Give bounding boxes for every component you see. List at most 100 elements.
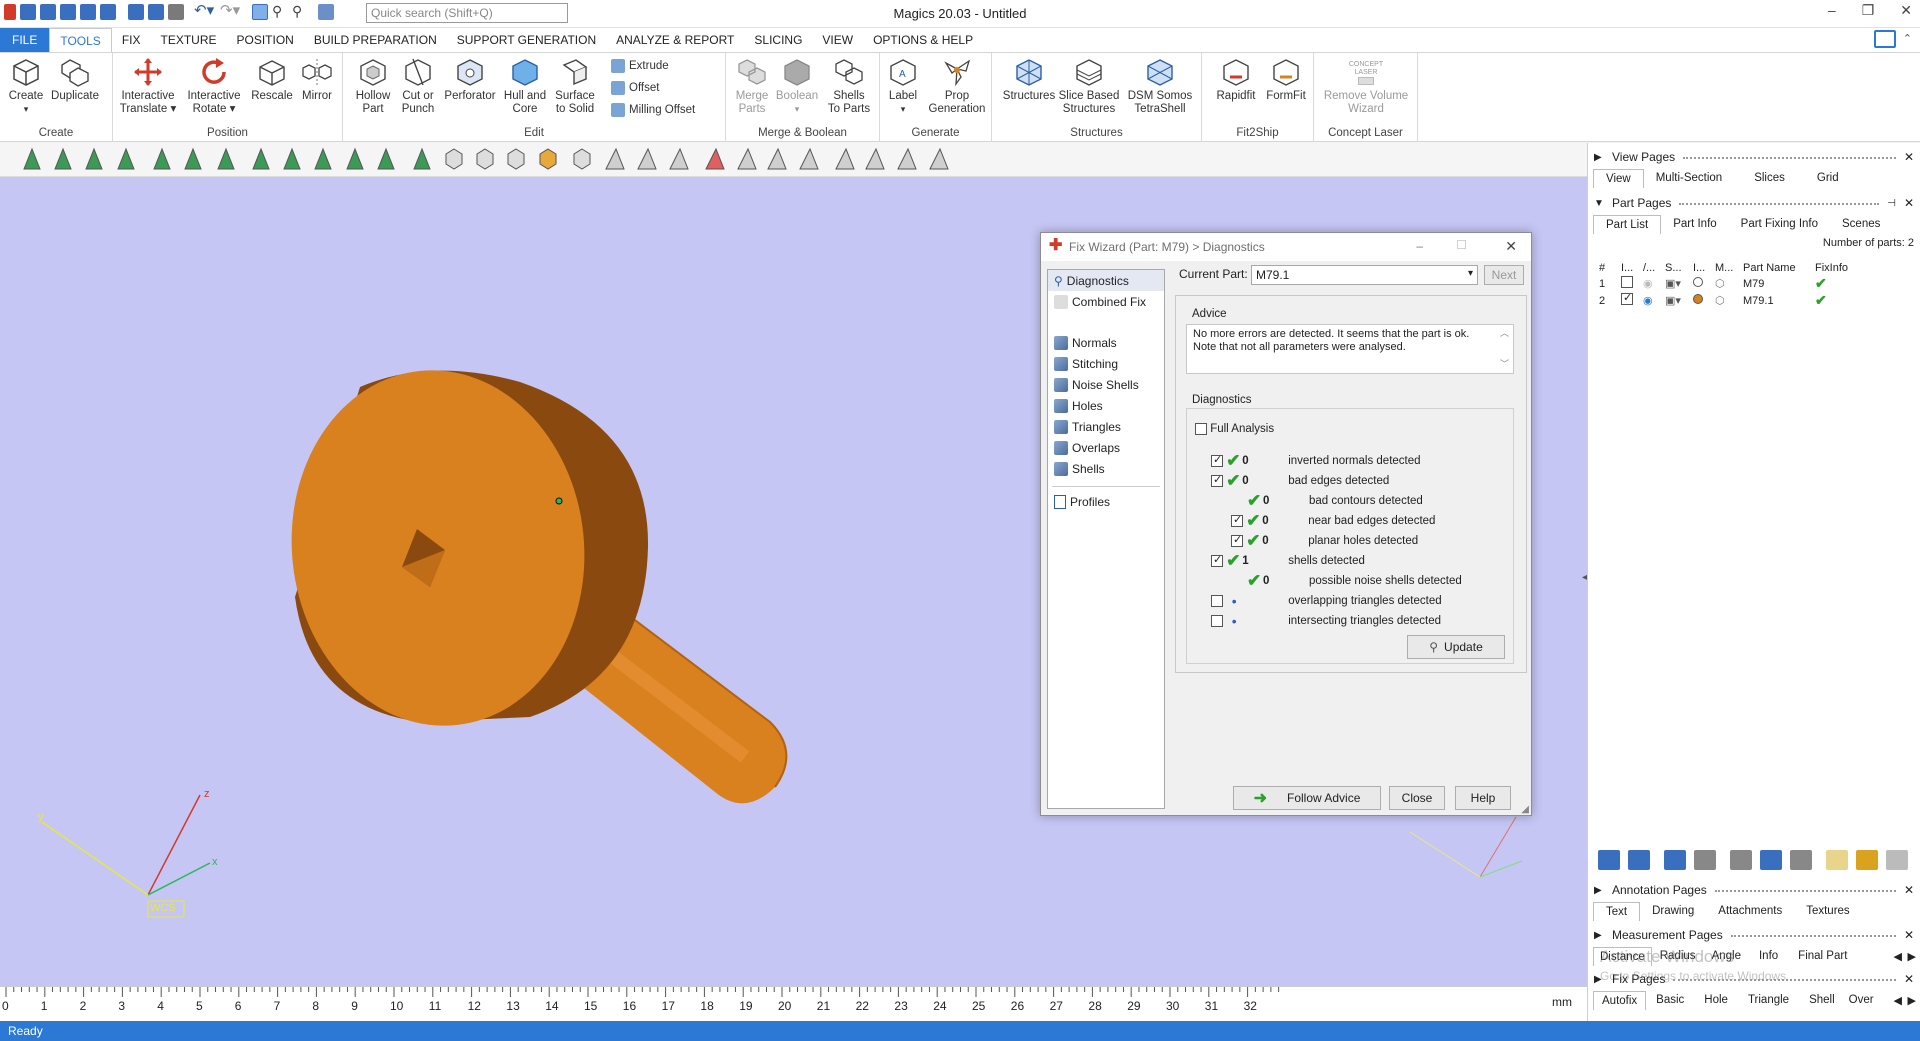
view-pages-header[interactable]: ▶ View Pages ✕ — [1594, 147, 1914, 167]
menu-slicing[interactable]: SLICING — [744, 28, 812, 52]
fix-tabs-scroll-left-icon[interactable]: ◀ — [1894, 994, 1902, 1007]
select-cube-c-icon[interactable] — [476, 148, 494, 170]
select-fan-icon[interactable] — [346, 147, 364, 170]
extrude-button[interactable]: Extrude — [611, 59, 669, 73]
full-analysis-checkbox[interactable]: Full Analysis — [1195, 419, 1274, 439]
offset-button[interactable]: Offset — [611, 81, 659, 95]
include-checkbox[interactable] — [1621, 291, 1633, 305]
interactive-translate-button[interactable]: Interactive Translate ▾ — [115, 57, 181, 116]
part-tool-10-icon[interactable] — [1886, 850, 1908, 870]
select-curve-icon[interactable] — [217, 147, 235, 170]
select-plane-icon[interactable] — [54, 147, 72, 170]
formfit-button[interactable]: FormFit — [1262, 57, 1310, 103]
menu-support-generation[interactable]: SUPPORT GENERATION — [447, 28, 606, 52]
mark-a-icon[interactable] — [573, 148, 591, 170]
hidden-eye-icon[interactable]: ◉ — [1640, 275, 1662, 292]
tab-hole[interactable]: Hole — [1694, 991, 1738, 1010]
tab-slices[interactable]: Slices — [1734, 169, 1805, 188]
merge-parts-button[interactable]: Merge Parts — [732, 57, 772, 116]
rapidfit-button[interactable]: Rapidfit — [1212, 57, 1260, 103]
ribbon-display-icon[interactable] — [1874, 30, 1896, 48]
measurement-pages-header[interactable]: ▶ Measurement Pages ✕ — [1594, 925, 1914, 945]
close-pane-icon[interactable]: ✕ — [1904, 150, 1914, 164]
select-wave-icon[interactable] — [252, 147, 270, 170]
mark-c-icon[interactable] — [637, 147, 657, 170]
select-cube-d-icon[interactable] — [507, 148, 525, 170]
shells-to-parts-button[interactable]: Shells To Parts — [824, 57, 874, 116]
milling-offset-button[interactable]: Milling Offset — [611, 103, 695, 117]
part-pages-header[interactable]: ▼ Part Pages ⊣ ✕ — [1594, 193, 1914, 213]
mark-b-icon[interactable] — [605, 147, 625, 170]
dialog-close-icon[interactable]: ✕ — [1505, 238, 1517, 255]
dsm-somos-tetrashell-button[interactable]: DSM Somos TetraShell — [1122, 57, 1198, 116]
close-pane-icon[interactable]: ✕ — [1904, 196, 1914, 210]
fix-pages-header[interactable]: ▶ Fix Pages ✕ — [1594, 969, 1914, 989]
label-button[interactable]: A Label ▾ — [884, 57, 922, 116]
create-button[interactable]: Create ▾ — [6, 57, 46, 116]
tab-radius[interactable]: Radius — [1652, 947, 1704, 966]
part-tool-7-icon[interactable] — [1790, 850, 1812, 870]
col-part-name[interactable]: Part Name — [1740, 261, 1812, 275]
tab-info[interactable]: Info — [1749, 947, 1788, 966]
nav-triangles[interactable]: Triangles — [1048, 416, 1164, 437]
select-box-icon[interactable] — [153, 147, 171, 170]
diag-check[interactable] — [1211, 473, 1223, 487]
diag-check[interactable] — [1211, 453, 1223, 467]
shade-icon[interactable]: ▣▾ — [1662, 275, 1690, 292]
collapse-ribbon-icon[interactable]: ⌃ — [1903, 32, 1912, 45]
update-button[interactable]: ⚲ Update — [1407, 635, 1505, 659]
col-color[interactable]: I... — [1690, 261, 1712, 275]
minimize-icon[interactable]: – — [1828, 2, 1836, 19]
select-cube-b-icon[interactable] — [445, 148, 463, 170]
menu-fix[interactable]: FIX — [112, 28, 151, 52]
tab-part-list[interactable]: Part List — [1593, 215, 1662, 234]
dialog-maximize-icon[interactable]: ☐ — [1456, 238, 1467, 252]
select-shell-icon[interactable] — [117, 147, 135, 170]
slice-based-structures-button[interactable]: Slice Based Structures — [1058, 57, 1120, 116]
menu-position[interactable]: POSITION — [227, 28, 304, 52]
diag-check[interactable] — [1231, 533, 1243, 547]
menu-tools[interactable]: TOOLS — [49, 28, 112, 52]
perforator-button[interactable]: Perforator — [441, 57, 499, 103]
unmark-icon[interactable] — [705, 147, 725, 170]
menu-texture[interactable]: TEXTURE — [150, 28, 226, 52]
annotation-pages-header[interactable]: ▶ Annotation Pages ✕ — [1594, 880, 1914, 900]
menu-file[interactable]: FILE — [0, 28, 50, 52]
mode-icon[interactable]: ⬡ — [1712, 292, 1740, 309]
part-tool-2-icon[interactable] — [1628, 850, 1650, 870]
tabs-scroll-right-icon[interactable]: ▶ — [1908, 950, 1916, 963]
mark-k-icon[interactable] — [929, 147, 949, 170]
boolean-button[interactable]: Boolean ▾ — [774, 57, 820, 116]
part-tool-4-icon[interactable] — [1694, 850, 1716, 870]
mark-e-icon[interactable] — [737, 147, 757, 170]
nav-overlaps[interactable]: Overlaps — [1048, 437, 1164, 458]
select-surface-icon[interactable] — [85, 147, 103, 170]
col-mode[interactable]: M... — [1712, 261, 1740, 275]
menu-analyze-report[interactable]: ANALYZE & REPORT — [606, 28, 744, 52]
nav-stitching[interactable]: Stitching — [1048, 353, 1164, 374]
diag-check[interactable] — [1211, 553, 1223, 567]
menu-view[interactable]: VIEW — [812, 28, 863, 52]
mark-g-icon[interactable] — [799, 147, 819, 170]
select-shell-2-icon[interactable] — [314, 147, 332, 170]
visible-eye-icon[interactable]: ◉ — [1640, 292, 1662, 309]
prop-generation-button[interactable]: Prop Generation — [924, 57, 990, 116]
select-cut-icon[interactable] — [283, 147, 301, 170]
next-button[interactable]: Next — [1484, 265, 1524, 285]
resize-grip-icon[interactable]: ◢ — [1521, 804, 1529, 815]
part-tool-6-icon[interactable] — [1760, 850, 1782, 870]
tab-final-part[interactable]: Final Part — [1788, 947, 1857, 966]
col-visible[interactable]: /... — [1640, 261, 1662, 275]
color-swatch-icon[interactable] — [1693, 277, 1703, 287]
close-pane-icon[interactable]: ✕ — [1904, 972, 1914, 986]
nav-combined-fix[interactable]: Combined Fix — [1048, 291, 1164, 312]
col-shade[interactable]: S... — [1662, 261, 1690, 275]
mark-i-icon[interactable] — [865, 147, 885, 170]
nav-noise-shells[interactable]: Noise Shells — [1048, 374, 1164, 395]
mode-icon[interactable]: ⬡ — [1712, 275, 1740, 292]
follow-advice-button[interactable]: ➜ Follow Advice — [1233, 786, 1381, 810]
delete-part-icon[interactable] — [1730, 850, 1752, 870]
menu-options-help[interactable]: OPTIONS & HELP — [863, 28, 983, 52]
tab-angle[interactable]: Angle — [1704, 947, 1749, 966]
tab-autofix[interactable]: Autofix — [1593, 991, 1647, 1010]
